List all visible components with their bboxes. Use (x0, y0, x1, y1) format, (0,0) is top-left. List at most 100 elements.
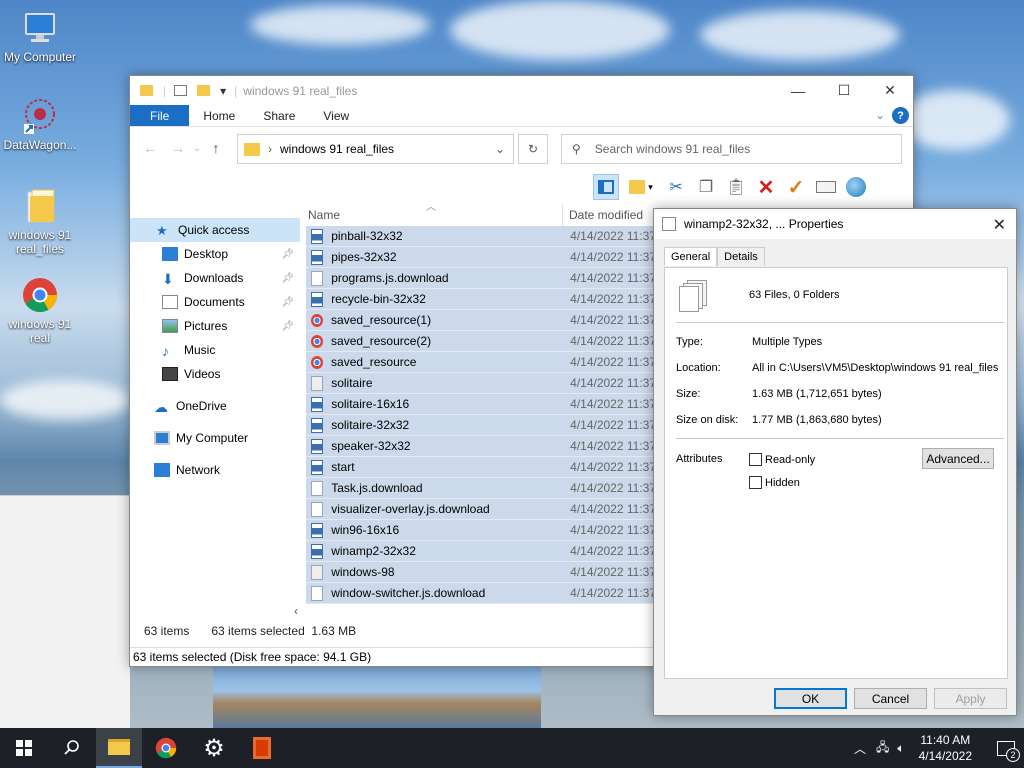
scroll-left-icon[interactable]: ‹ (294, 604, 298, 618)
dialog-titlebar[interactable]: winamp2-32x32, ... Properties (654, 209, 1016, 239)
close-icon[interactable]: ✕ (993, 215, 1006, 235)
preview-pane-button[interactable] (593, 174, 619, 200)
breadcrumb[interactable]: windows 91 real_files (280, 142, 394, 156)
pin-icon[interactable]: 📌︎ (281, 321, 294, 332)
search-button[interactable] (48, 728, 96, 768)
nav-network[interactable]: Network (130, 458, 300, 482)
copy-button[interactable]: ❐ (693, 174, 719, 200)
rename-button[interactable]: ✓ (783, 174, 809, 200)
address-dropdown-icon[interactable]: ⌄ (495, 142, 505, 156)
explorer-titlebar[interactable]: | ▾ | windows 91 real_files — ☐ ✕ (130, 76, 913, 105)
column-header-date[interactable]: Date modified (569, 208, 643, 222)
properties-icon[interactable] (174, 85, 188, 96)
column-header-name[interactable]: Name (308, 208, 340, 222)
globe-icon (846, 177, 866, 197)
file-row[interactable]: start 4/14/2022 11:37 (306, 457, 656, 478)
file-row[interactable]: window-switcher.js.download 4/14/2022 11:… (306, 583, 656, 604)
ok-button[interactable]: OK (774, 688, 847, 709)
file-row[interactable]: pipes-32x32 4/14/2022 11:37 (306, 247, 656, 268)
file-row[interactable]: saved_resource 4/14/2022 11:37 (306, 352, 656, 373)
attributes-label: Attributes (676, 453, 723, 465)
file-row[interactable]: Task.js.download 4/14/2022 11:37 (306, 478, 656, 499)
hidden-checkbox[interactable] (749, 476, 762, 489)
nav-my-computer[interactable]: My Computer (130, 426, 300, 450)
file-row[interactable]: saved_resource(2) 4/14/2022 11:37 (306, 331, 656, 352)
file-row[interactable]: saved_resource(1) 4/14/2022 11:37 (306, 310, 656, 331)
pin-icon[interactable]: 📌︎ (281, 273, 294, 284)
forward-icon[interactable]: → (164, 140, 192, 156)
file-row[interactable]: winamp2-32x32 4/14/2022 11:37 (306, 541, 656, 562)
up-icon[interactable]: ↑ (202, 140, 230, 156)
network-icon[interactable]: 🖧︎ (876, 738, 889, 759)
nav-desktop[interactable]: Desktop 📌︎ (130, 242, 300, 266)
file-row[interactable]: pinball-32x32 4/14/2022 11:37 (306, 226, 656, 247)
volume-icon[interactable]: 🔈︎ (897, 741, 904, 756)
advanced-button[interactable]: Advanced... (922, 448, 994, 469)
file-row[interactable]: speaker-32x32 4/14/2022 11:37 (306, 436, 656, 457)
copy-icon: ❐ (698, 179, 714, 196)
new-folder-icon[interactable] (197, 85, 211, 96)
search-input[interactable]: ⚲ Search windows 91 real_files (561, 134, 902, 164)
globe-button[interactable] (843, 174, 869, 200)
delete-button[interactable]: ✕ (753, 174, 779, 200)
chevron-up-icon[interactable]: ︿ (854, 740, 866, 757)
nav-downloads[interactable]: ⬇ Downloads 📌︎ (130, 266, 300, 290)
maximize-button[interactable]: ☐ (821, 76, 867, 105)
readonly-checkbox[interactable] (749, 453, 762, 466)
file-row[interactable]: solitaire-32x32 4/14/2022 11:37 (306, 415, 656, 436)
ribbon-expand-icon[interactable]: ⌄ (875, 108, 885, 122)
file-summary: 63 Files, 0 Folders (749, 289, 840, 301)
address-bar[interactable]: › windows 91 real_files ⌄ (237, 134, 514, 164)
nav-onedrive[interactable]: ☁ OneDrive (130, 394, 300, 418)
desktop-icon-my-computer[interactable]: My Computer (0, 8, 80, 64)
cut-button[interactable]: ✂ (663, 174, 689, 200)
tab-details[interactable]: Details (717, 247, 765, 266)
taskbar-file-explorer[interactable] (96, 728, 142, 768)
refresh-button[interactable]: ↻ (518, 134, 548, 164)
search-icon (64, 740, 79, 755)
file-row[interactable]: visualizer-overlay.js.download 4/14/2022 … (306, 499, 656, 520)
cancel-button[interactable]: Cancel (854, 688, 927, 709)
tab-general[interactable]: General (664, 247, 718, 266)
customize-qat-icon[interactable]: ▾ (220, 84, 226, 98)
nav-pictures[interactable]: Pictures 📌︎ (130, 314, 300, 338)
tab-home[interactable]: Home (189, 105, 249, 126)
clock[interactable]: 11:40 AM 4/14/2022 (919, 732, 972, 764)
nav-videos[interactable]: Videos (130, 362, 300, 386)
action-center-button[interactable]: 2 (988, 728, 1024, 768)
desktop-icon-datawagon[interactable]: DataWagon... (0, 96, 80, 152)
file-row[interactable]: windows-98 4/14/2022 11:37 (306, 562, 656, 583)
new-item-button[interactable]: ▾ (623, 174, 659, 200)
image-file-icon (311, 291, 324, 307)
start-button[interactable] (0, 728, 48, 768)
chrome-icon (20, 275, 60, 315)
pin-icon[interactable]: 📌︎ (281, 297, 294, 308)
desktop-icon-windows91[interactable]: windows 91 real (0, 275, 80, 345)
nav-quick-access[interactable]: ★ Quick access (130, 218, 300, 242)
help-icon[interactable]: ? (892, 107, 909, 124)
pin-icon[interactable]: 📌︎ (281, 249, 294, 260)
taskbar-chrome[interactable] (142, 728, 190, 768)
minimize-button[interactable]: — (775, 76, 821, 105)
nav-documents[interactable]: Documents 📌︎ (130, 290, 300, 314)
file-date: 4/14/2022 11:37 (570, 271, 656, 285)
file-row[interactable]: programs.js.download 4/14/2022 11:37 (306, 268, 656, 289)
taskbar-office[interactable] (238, 728, 286, 768)
file-row[interactable]: win96-16x16 4/14/2022 11:37 (306, 520, 656, 541)
tab-file[interactable]: File (130, 105, 190, 126)
properties-button[interactable] (813, 174, 839, 200)
back-icon[interactable]: ← (136, 140, 164, 156)
close-button[interactable]: ✕ (867, 76, 913, 105)
nav-music[interactable]: ♪ Music (130, 338, 300, 362)
tab-view[interactable]: View (309, 105, 363, 126)
file-row[interactable]: solitaire 4/14/2022 11:37 (306, 373, 656, 394)
taskbar-settings[interactable]: ⚙ (190, 728, 238, 768)
recent-locations-icon[interactable]: ⌄ (192, 143, 202, 154)
file-row[interactable]: solitaire-16x16 4/14/2022 11:37 (306, 394, 656, 415)
windows-logo-icon (16, 740, 32, 756)
paste-button[interactable]: 📋︎ (723, 174, 749, 200)
nav-label: Documents (184, 295, 245, 309)
tab-share[interactable]: Share (249, 105, 309, 126)
file-row[interactable]: recycle-bin-32x32 4/14/2022 11:37 (306, 289, 656, 310)
desktop-icon-real-files[interactable]: windows 91 real_files (0, 186, 80, 256)
